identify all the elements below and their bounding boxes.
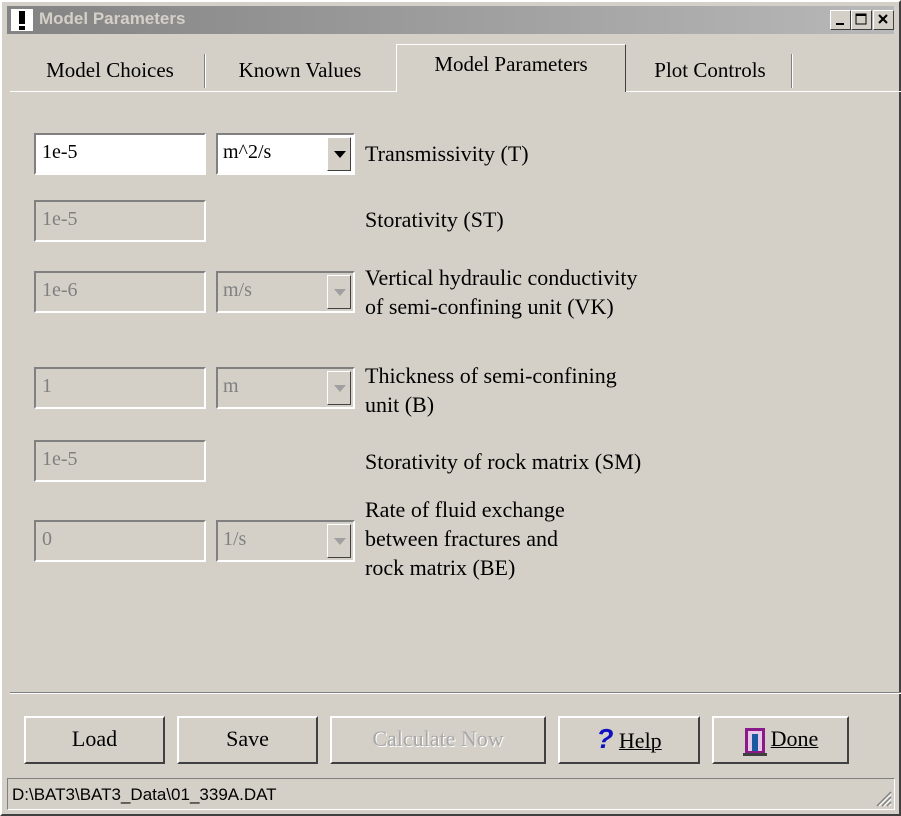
status-bar: D:\BAT3\BAT3_Data\01_339A.DAT — [7, 778, 895, 810]
done-button-label: Done — [770, 726, 819, 751]
close-button[interactable] — [873, 10, 894, 30]
be-unit-value: 1/s — [223, 528, 247, 550]
tab-plot-controls[interactable]: Plot Controls — [630, 52, 790, 88]
thickness-input[interactable]: 1 — [34, 367, 206, 409]
app-exclamation-icon — [11, 9, 33, 31]
minimize-icon — [836, 23, 844, 25]
be-input[interactable]: 0 — [34, 520, 206, 562]
be-unit-select[interactable]: 1/s — [216, 520, 355, 562]
sm-input[interactable]: 1e-5 — [34, 440, 206, 482]
storativity-label: Storativity (ST) — [365, 207, 504, 232]
tab-model-choices[interactable]: Model Choices — [22, 52, 198, 88]
transmissivity-label: Transmissivity (T) — [365, 141, 529, 166]
chevron-down-icon — [334, 289, 346, 296]
window-title: Model Parameters — [39, 9, 186, 28]
minimize-button[interactable] — [830, 10, 851, 30]
maximize-button[interactable] — [851, 10, 872, 30]
status-file-path: D:\BAT3\BAT3_Data\01_339A.DAT — [12, 785, 277, 804]
tab-model-parameters[interactable]: Model Parameters — [396, 44, 626, 92]
transmissivity-input[interactable]: 1e-5 — [34, 133, 206, 175]
vk-unit-select[interactable]: m/s — [216, 271, 355, 313]
be-label: Rate of fluid exchange between fractures … — [365, 497, 565, 580]
dropdown-arrow-button[interactable] — [327, 371, 351, 405]
save-button[interactable]: Save — [177, 716, 318, 764]
calculate-now-button[interactable]: Calculate Now — [330, 716, 546, 764]
close-icon — [878, 14, 888, 24]
question-mark-icon: ? — [596, 723, 614, 754]
dropdown-arrow-button[interactable] — [327, 524, 351, 558]
vk-label: Vertical hydraulic conductivity of semi-c… — [365, 265, 638, 319]
storativity-input[interactable]: 1e-5 — [34, 200, 206, 242]
tab-divider — [204, 54, 206, 88]
tab-strip: Model Choices Known Values Model Paramet… — [0, 42, 901, 92]
done-button[interactable]: Done — [712, 716, 849, 764]
door-exit-icon — [742, 727, 767, 756]
dropdown-arrow-button[interactable] — [327, 275, 351, 309]
transmissivity-unit-value: m^2/s — [223, 141, 272, 163]
title-bar[interactable]: Model Parameters — [7, 6, 894, 34]
load-button[interactable]: Load — [24, 716, 165, 764]
tab-known-values[interactable]: Known Values — [210, 52, 390, 88]
help-button-label: Help — [618, 728, 662, 753]
help-button[interactable]: ? Help — [558, 716, 700, 764]
chevron-down-icon — [334, 151, 346, 158]
chevron-down-icon — [334, 385, 346, 392]
vk-unit-value: m/s — [223, 279, 252, 301]
sm-label: Storativity of rock matrix (SM) — [365, 449, 642, 474]
resize-grip-icon[interactable] — [874, 789, 892, 807]
tab-divider — [791, 54, 793, 88]
transmissivity-unit-select[interactable]: m^2/s — [216, 133, 355, 175]
thickness-unit-value: m — [223, 375, 239, 397]
vk-input[interactable]: 1e-6 — [34, 271, 206, 313]
chevron-down-icon — [334, 538, 346, 545]
maximize-icon — [855, 13, 867, 25]
thickness-label: Thickness of semi-confining unit (B) — [365, 363, 617, 417]
thickness-unit-select[interactable]: m — [216, 367, 355, 409]
dropdown-arrow-button[interactable] — [327, 137, 351, 171]
button-bar-separator — [10, 692, 901, 694]
